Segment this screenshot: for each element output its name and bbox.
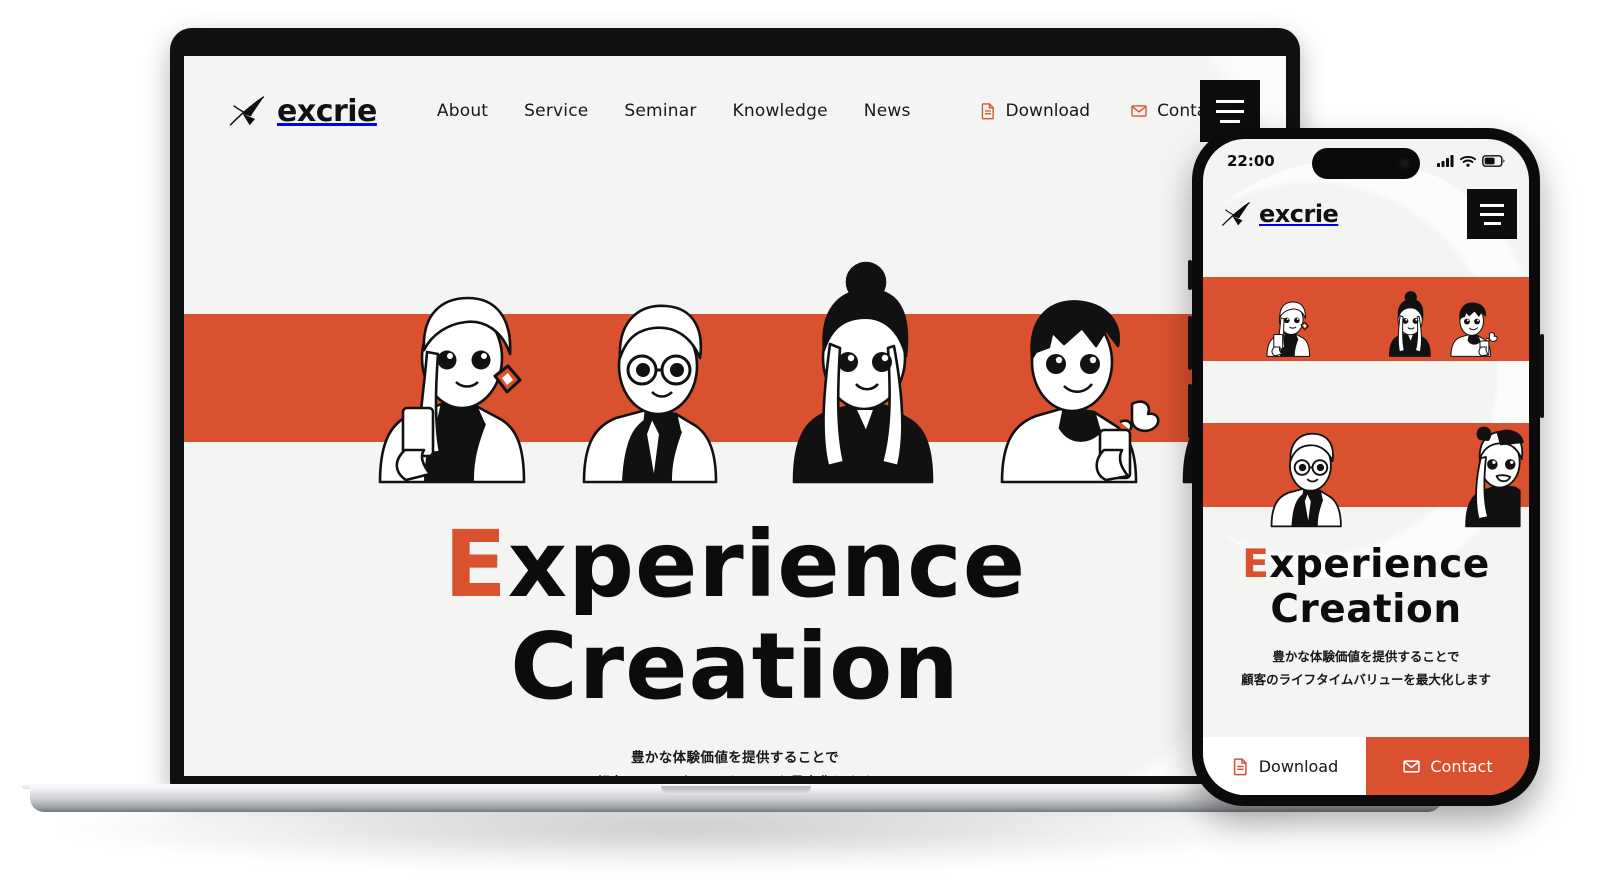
excrie-arrow-logo-icon: [1221, 202, 1250, 226]
excrie-arrow-logo-icon: [229, 96, 265, 126]
phone-headline-line-1-rest: xperience: [1269, 542, 1490, 587]
phone-headline-line-2: Creation: [1270, 586, 1462, 632]
headline-line-1-rest: xperience: [507, 511, 1027, 618]
character-row-svg: [378, 261, 1286, 484]
character-girl-bun: [1388, 291, 1431, 357]
character-girl-phone: [1266, 301, 1311, 357]
phone-headline-line-1: Experience: [1203, 542, 1529, 587]
main-navigation: About Service Seminar Knowledge News: [437, 101, 911, 121]
nav-item-knowledge[interactable]: Knowledge: [733, 101, 828, 121]
headline-line-2: Creation: [510, 612, 960, 720]
phone-site-header: excrie: [1203, 183, 1529, 245]
cellular-signal-icon: [1437, 155, 1454, 167]
hamburger-line-2: [1480, 212, 1504, 216]
hamburger-line-2: [1216, 109, 1244, 113]
phone-character-row-bottom: [1270, 426, 1524, 528]
phone-screen: 22:00 excrie Experience Creation 豊かな体験価値…: [1203, 139, 1529, 795]
screenshot-canvas: excrie About Service Seminar Knowledge N…: [0, 0, 1600, 890]
download-label: Download: [1005, 101, 1091, 121]
phone-hero-subtitle-line-2: 顧客のライフタイムバリューを最大化します: [1241, 672, 1491, 687]
character-girl-bun: [792, 261, 934, 484]
phone-bottom-cta-bar: Download Contact: [1203, 737, 1529, 795]
hero-character-illustrations: [184, 254, 1286, 484]
hero-subtitle: 豊かな体験価値を提供することで 顧客のライフタイムバリューを最大化します: [184, 746, 1286, 776]
nav-item-seminar[interactable]: Seminar: [624, 101, 696, 121]
headline-line-1: Experience: [184, 518, 1286, 612]
phone-status-bar: 22:00: [1203, 139, 1529, 183]
phone-hero-subtitle: 豊かな体験価値を提供することで 顧客のライフタイムバリューを最大化します: [1203, 645, 1529, 691]
phone-download-label: Download: [1258, 756, 1339, 776]
phone-device-mockup: 22:00 excrie Experience Creation 豊かな体験価値…: [1188, 128, 1544, 806]
nav-item-service[interactable]: Service: [524, 101, 588, 121]
hamburger-line-1: [1216, 99, 1244, 103]
nav-item-about[interactable]: About: [437, 101, 488, 121]
download-link[interactable]: Download: [979, 101, 1091, 121]
phone-download-button[interactable]: Download: [1203, 737, 1366, 795]
battery-icon: [1482, 155, 1505, 167]
laptop-device-mockup: excrie About Service Seminar Knowledge N…: [170, 28, 1300, 788]
status-indicators: [1437, 155, 1505, 167]
header-actions: Download Contact: [979, 101, 1223, 121]
mail-icon: [1403, 759, 1421, 773]
phone-hero-subtitle-line-1: 豊かな体験価値を提供することで: [1272, 648, 1460, 664]
phone-brand-logo[interactable]: excrie: [1221, 200, 1339, 228]
wifi-icon: [1460, 156, 1476, 167]
phone-character-row-top: [1266, 291, 1498, 357]
hero-headline: Experience Creation: [184, 518, 1286, 714]
character-girl-phone: [378, 296, 526, 484]
character-boy-cup: [1000, 300, 1160, 484]
hero-subtitle-line-2: 顧客のライフタイムバリューを最大化します: [184, 771, 1286, 776]
phone-contact-label: Contact: [1430, 756, 1493, 776]
character-boy-glasses: [1270, 432, 1342, 528]
phone-headline-accent-letter: E: [1242, 542, 1270, 587]
phone-contact-button[interactable]: Contact: [1366, 737, 1529, 795]
status-time: 22:00: [1227, 152, 1275, 170]
phone-brand-name: excrie: [1259, 200, 1339, 228]
dynamic-island: [1312, 148, 1420, 179]
character-boy-glasses: [582, 304, 718, 484]
hamburger-line-1: [1480, 203, 1504, 207]
document-icon: [1233, 757, 1247, 775]
hamburger-line-3: [1483, 221, 1501, 225]
hamburger-line-3: [1220, 119, 1240, 123]
phone-hero-illustration: [1203, 245, 1529, 531]
brand-logo[interactable]: excrie: [228, 94, 377, 129]
brand-name: excrie: [277, 93, 377, 129]
site-header: excrie About Service Seminar Knowledge N…: [184, 56, 1286, 166]
nav-item-news[interactable]: News: [864, 101, 911, 121]
hero-subtitle-line-1: 豊かな体験価値を提供することで: [630, 750, 840, 766]
headline-accent-letter: E: [443, 511, 508, 618]
mail-icon: [1131, 105, 1147, 117]
phone-frame: 22:00 excrie Experience Creation 豊かな体験価値…: [1192, 128, 1540, 806]
character-girl-cap: [1465, 426, 1524, 528]
laptop-screen: excrie About Service Seminar Knowledge N…: [184, 56, 1286, 776]
document-icon: [981, 103, 994, 120]
character-boy-cup: [1450, 302, 1498, 357]
phone-hamburger-menu-button[interactable]: [1467, 189, 1517, 239]
phone-hero-headline: Experience Creation: [1203, 542, 1529, 632]
phone-power-button[interactable]: [1540, 334, 1544, 418]
